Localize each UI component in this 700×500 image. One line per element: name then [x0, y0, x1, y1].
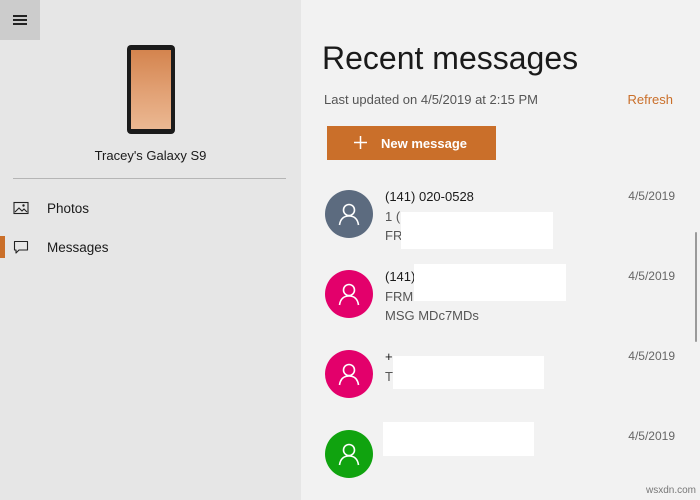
messages-icon — [13, 240, 29, 254]
refresh-link[interactable]: Refresh — [627, 92, 673, 107]
message-preview: FR — [385, 228, 403, 243]
selection-indicator — [0, 236, 5, 258]
sidebar-divider — [13, 178, 286, 179]
message-preview: MSG MDc7MDs — [385, 308, 479, 323]
avatar — [325, 270, 373, 318]
contact-name: (141) 020-0528 — [385, 189, 474, 204]
message-date: 4/5/2019 — [628, 349, 675, 363]
phone-icon — [127, 45, 175, 134]
hamburger-icon — [13, 15, 27, 25]
conversation-item[interactable]: (141) 020-0528 1 (... FR 4/5/2019 — [301, 180, 691, 260]
new-message-label: New message — [381, 136, 467, 151]
watermark: wsxdn.com — [645, 485, 696, 496]
contact-name: + — [385, 349, 393, 364]
sidebar-item-label: Photos — [47, 200, 90, 216]
photos-icon — [13, 201, 29, 215]
message-date: 4/5/2019 — [628, 429, 675, 443]
conversation-item[interactable]: (141) 010-0008 FRM: MSG MDc7MDs 4/5/2019 — [301, 260, 691, 340]
hamburger-menu-button[interactable] — [0, 0, 40, 40]
conversation-item[interactable]: 4/5/2019 — [301, 420, 691, 500]
person-icon — [338, 283, 360, 306]
avatar — [325, 430, 373, 478]
sidebar-item-photos[interactable]: Photos — [0, 190, 301, 226]
message-date: 4/5/2019 — [628, 269, 675, 283]
sidebar: Tracey's Galaxy S9 Photos Messages — [0, 0, 301, 500]
last-updated-text: Last updated on 4/5/2019 at 2:15 PM — [324, 92, 538, 107]
sidebar-item-label: Messages — [47, 239, 109, 255]
avatar — [325, 190, 373, 238]
avatar — [325, 350, 373, 398]
person-icon — [338, 203, 360, 226]
new-message-button[interactable]: New message — [327, 126, 496, 160]
page-title: Recent messages — [322, 40, 579, 76]
message-date: 4/5/2019 — [628, 189, 675, 203]
conversation-item[interactable]: + T 4/5/2019 — [301, 340, 691, 420]
device-name: Tracey's Galaxy S9 — [94, 148, 207, 163]
redaction-box — [383, 422, 534, 456]
plus-icon — [354, 136, 367, 149]
scrollbar[interactable] — [695, 232, 697, 342]
person-icon — [338, 363, 360, 386]
redaction-box — [401, 212, 553, 249]
redaction-box — [414, 264, 566, 301]
sidebar-item-messages[interactable]: Messages — [0, 229, 301, 265]
message-preview: FRM: — [385, 289, 417, 304]
redaction-box — [393, 356, 544, 389]
main-panel: Recent messages Last updated on 4/5/2019… — [301, 0, 700, 500]
person-icon — [338, 443, 360, 466]
message-preview: T — [385, 369, 393, 384]
